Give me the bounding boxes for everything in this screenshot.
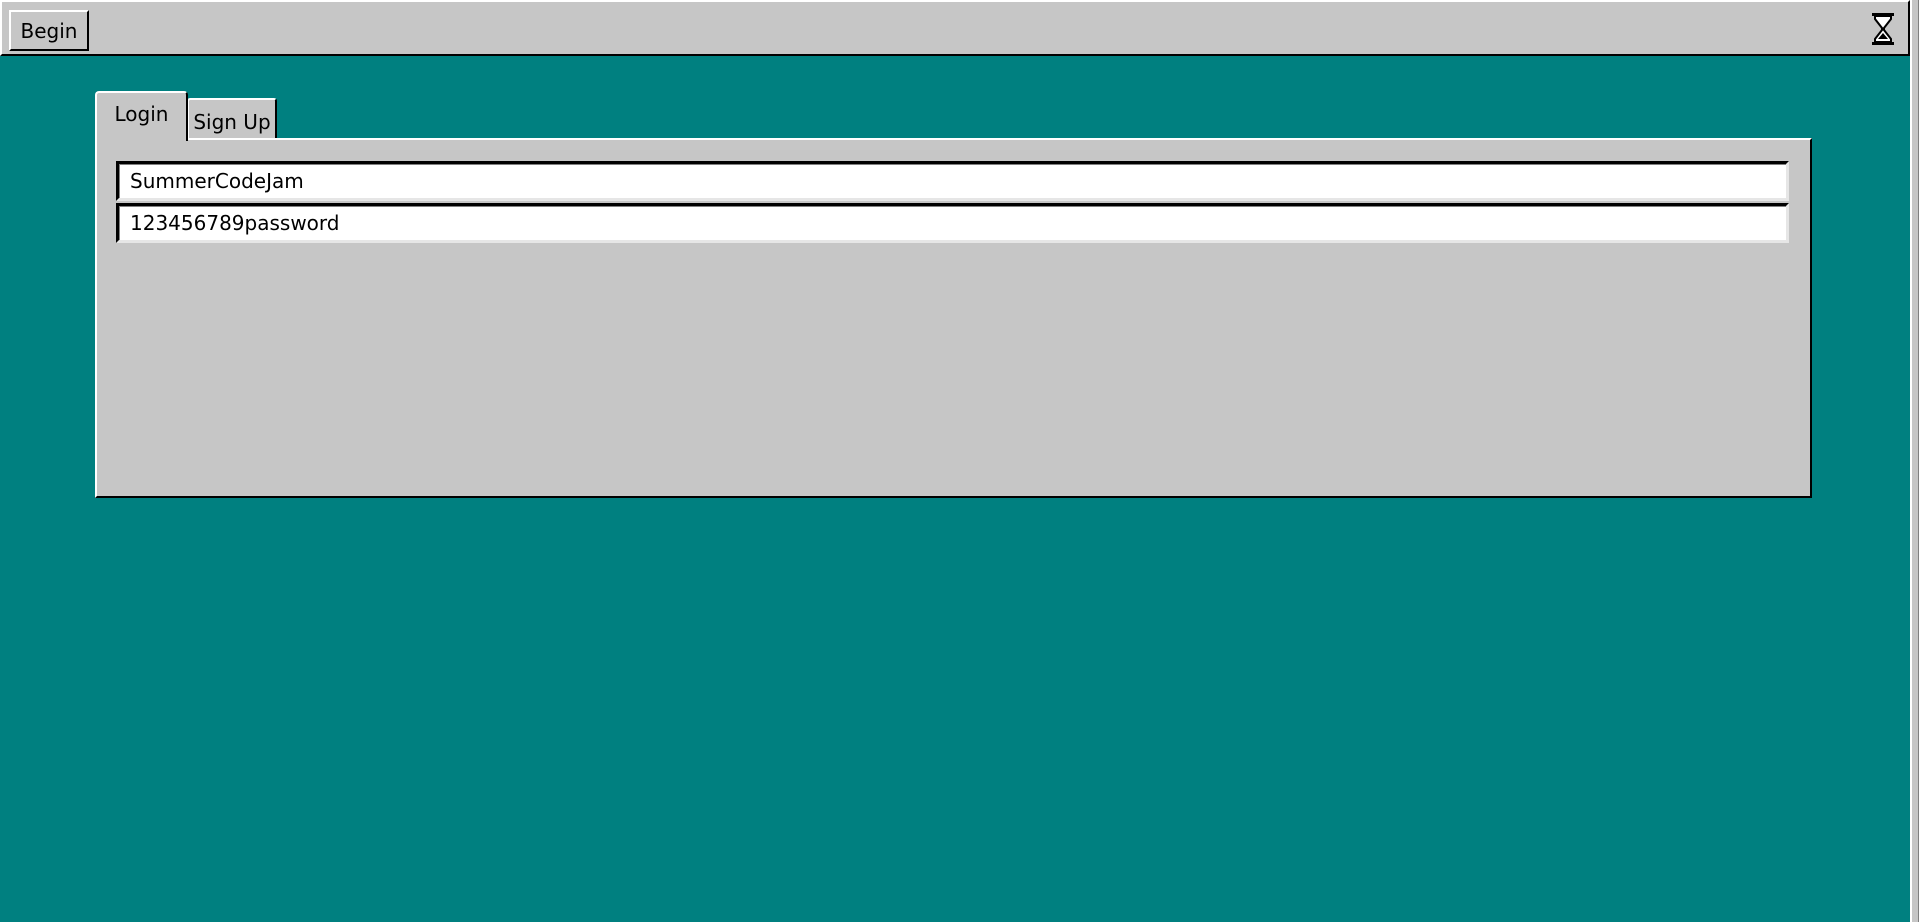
login-tab-panel: SummerCodeJam 123456789password xyxy=(95,138,1812,498)
password-field[interactable]: 123456789password xyxy=(116,203,1789,243)
taskbar: Begin xyxy=(0,0,1910,56)
begin-button[interactable]: Begin xyxy=(9,10,89,51)
vertical-scrollbar[interactable] xyxy=(1910,0,1919,922)
username-field[interactable]: SummerCodeJam xyxy=(116,161,1789,201)
hourglass-icon xyxy=(1872,13,1894,45)
tab-login[interactable]: Login xyxy=(95,91,188,141)
tab-sign-up[interactable]: Sign Up xyxy=(187,98,277,141)
